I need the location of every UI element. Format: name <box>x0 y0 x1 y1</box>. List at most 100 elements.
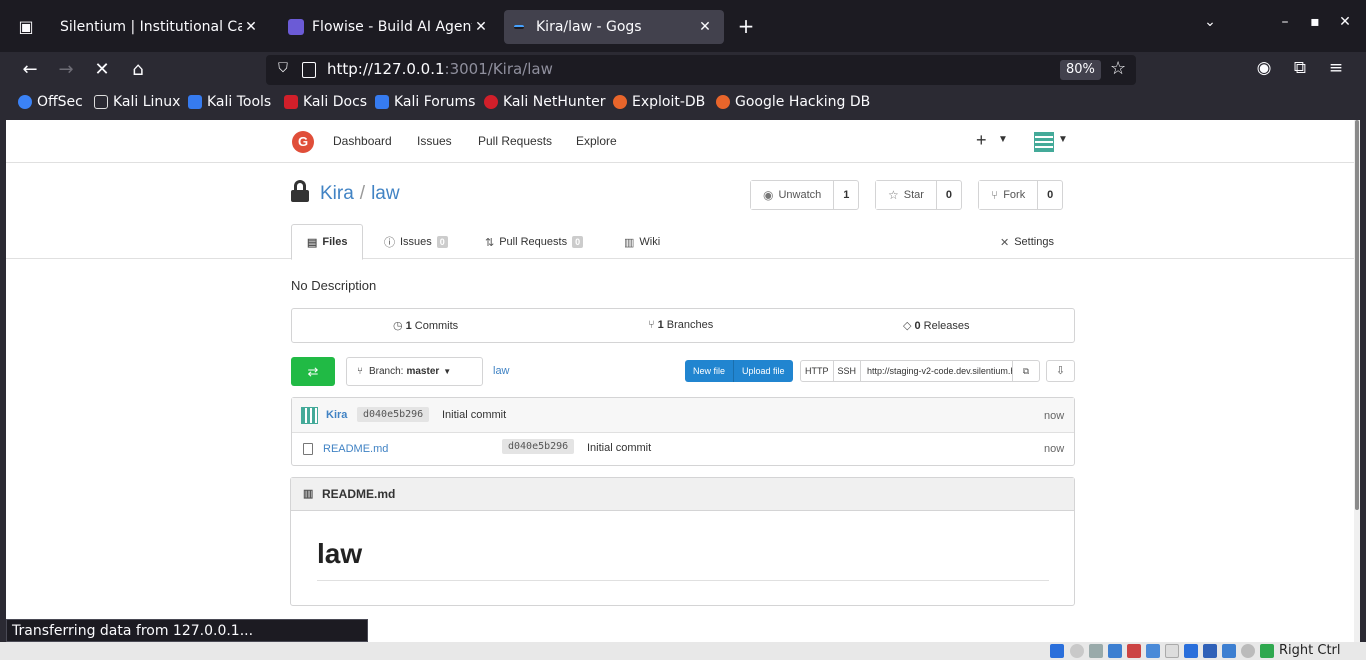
releases-link[interactable]: ◇ 0 Releases <box>903 319 970 332</box>
zoom-level[interactable]: 80% <box>1060 60 1101 80</box>
star-icon: ☆ <box>888 188 899 202</box>
branch-dropdown[interactable]: ⑂ Branch: master ▼ <box>346 357 483 386</box>
menu-icon[interactable]: ≡ <box>1324 58 1348 78</box>
tab-list-icon[interactable]: ▣ <box>8 12 44 40</box>
network-icon[interactable] <box>1108 644 1122 658</box>
tab-pull-requests[interactable]: ⇅ Pull Requests 0 <box>470 224 598 260</box>
chevron-down-icon[interactable]: ▼ <box>998 134 1008 145</box>
clone-url-input[interactable]: http://staging-v2-code.dev.silentium.htb… <box>861 361 1014 381</box>
window-close-icon[interactable]: ✕ <box>1334 14 1356 30</box>
extensions-icon[interactable]: ⧉ <box>1288 58 1312 78</box>
tab-wiki[interactable]: ▥ Wiki <box>609 224 675 260</box>
tab-flowise[interactable]: Flowise - Build AI Agents, ✕ <box>278 10 500 44</box>
bookmark-exploit-db[interactable]: Exploit-DB <box>613 94 705 110</box>
bookmark-kali-docs[interactable]: Kali Docs <box>284 94 367 110</box>
tab-title: Silentium | Institutional Capit <box>60 19 242 35</box>
bookmark-label: Kali Tools <box>207 94 272 110</box>
star-button[interactable]: ☆ Star <box>876 181 937 209</box>
download-icon[interactable]: ⇩ <box>1046 360 1075 382</box>
commit-author[interactable]: Kira <box>326 409 347 421</box>
commit-sha[interactable]: d040e5b296 <box>357 407 430 422</box>
readme-divider <box>317 580 1049 581</box>
bookmark-offsec[interactable]: OffSec <box>18 94 83 110</box>
history-icon: ◷ <box>393 320 403 332</box>
unwatch-button[interactable]: ◉ Unwatch <box>751 181 835 209</box>
file-commit-message[interactable]: Initial commit <box>587 442 651 454</box>
close-icon[interactable]: ✕ <box>472 19 490 35</box>
ssh-clone-button[interactable]: SSH <box>834 361 862 381</box>
repo-stats-bar: ◷ 1 Commits ⑂ 1 Branches ◇ 0 Releases <box>291 308 1075 343</box>
tab-gogs[interactable]: Kira/law - Gogs ✕ <box>504 10 724 44</box>
kali-docs-icon <box>284 95 298 109</box>
close-icon[interactable]: ✕ <box>696 19 714 35</box>
optical-drive-icon[interactable] <box>1050 644 1064 658</box>
nav-issues[interactable]: Issues <box>417 134 452 148</box>
fork-count[interactable]: 0 <box>1038 181 1062 209</box>
file-name-link[interactable]: README.md <box>323 443 388 455</box>
nav-explore[interactable]: Explore <box>576 134 617 148</box>
star-count[interactable]: 0 <box>937 181 961 209</box>
audio-icon[interactable] <box>1070 644 1084 658</box>
compare-branch-button[interactable]: ⇄ <box>291 357 335 386</box>
keyboard-capture-icon[interactable] <box>1260 644 1274 658</box>
create-new-icon[interactable]: + <box>976 130 987 151</box>
tab-silentium[interactable]: Silentium | Institutional Capit ✕ <box>50 10 270 44</box>
repo-owner-link[interactable]: Kira <box>320 183 354 204</box>
virtualization-icon[interactable] <box>1222 644 1236 658</box>
bookmark-kali-nethunter[interactable]: Kali NetHunter <box>484 94 605 110</box>
page-scrollbar[interactable] <box>1354 120 1360 642</box>
back-icon[interactable]: ← <box>16 57 44 83</box>
bookmark-google-hacking-db[interactable]: Google Hacking DB <box>716 94 870 110</box>
repo-description: No Description <box>291 278 377 293</box>
new-file-button[interactable]: New file <box>685 360 733 382</box>
issues-count-badge: 0 <box>436 236 448 248</box>
minimize-icon[interactable]: – <box>1274 14 1296 30</box>
cpu-icon[interactable] <box>1203 644 1217 658</box>
home-icon[interactable]: ⌂ <box>124 57 152 83</box>
tab-files[interactable]: ▤ Files <box>291 224 364 260</box>
bookmark-kali-forums[interactable]: Kali Forums <box>375 94 475 110</box>
account-icon[interactable]: ◉ <box>1252 58 1276 78</box>
nav-dashboard[interactable]: Dashboard <box>333 134 392 148</box>
watch-count[interactable]: 1 <box>834 181 858 209</box>
chevron-down-icon[interactable]: ⌄ <box>1199 14 1221 30</box>
shared-folders-icon[interactable] <box>1146 644 1160 658</box>
close-icon[interactable]: ✕ <box>242 19 260 35</box>
maximize-icon[interactable]: ▪ <box>1304 14 1326 30</box>
forward-icon[interactable]: → <box>52 57 80 83</box>
shield-icon[interactable]: ⛉ <box>274 61 292 79</box>
repo-name-link[interactable]: law <box>371 183 400 204</box>
fork-button[interactable]: ⑂ Fork <box>979 181 1039 209</box>
recording-icon[interactable] <box>1184 644 1198 658</box>
usb-icon[interactable] <box>1127 644 1141 658</box>
stop-loading-icon[interactable]: ✕ <box>88 57 116 83</box>
floppy-icon[interactable] <box>1089 644 1103 658</box>
file-actions: New file Upload file <box>685 360 793 382</box>
bookmark-kali-linux[interactable]: Kali Linux <box>94 94 180 110</box>
tab-settings[interactable]: ✕ Settings <box>985 224 1069 260</box>
tab-issues[interactable]: ⓘ Issues 0 <box>369 224 463 260</box>
commits-link[interactable]: ◷ 1 Commits <box>393 319 458 332</box>
user-avatar[interactable] <box>1034 132 1054 152</box>
display-icon[interactable] <box>1165 644 1179 658</box>
author-avatar[interactable] <box>301 407 318 424</box>
file-commit-sha[interactable]: d040e5b296 <box>502 439 575 454</box>
status-panel: Transferring data from 127.0.0.1... <box>6 619 368 642</box>
branches-link[interactable]: ⑂ 1 Branches <box>648 319 713 331</box>
readme-header: ▥ README.md <box>291 478 1074 511</box>
upload-file-button[interactable]: Upload file <box>733 360 793 382</box>
gogs-logo-icon[interactable]: G <box>292 131 314 153</box>
url-bar[interactable]: ⛉ http://127.0.0.1:3001/Kira/law 80% ☆ <box>266 55 1136 85</box>
page-info-icon[interactable] <box>302 62 316 78</box>
nav-pull-requests[interactable]: Pull Requests <box>478 134 552 148</box>
http-clone-button[interactable]: HTTP <box>801 361 834 381</box>
mouse-integration-icon[interactable] <box>1241 644 1255 658</box>
bookmark-kali-tools[interactable]: Kali Tools <box>188 94 271 110</box>
chevron-down-icon[interactable]: ▼ <box>1058 134 1068 145</box>
url-text[interactable]: http://127.0.0.1:3001/Kira/law <box>327 60 553 78</box>
new-tab-button[interactable]: + <box>733 14 759 40</box>
scrollbar-thumb[interactable] <box>1355 120 1359 510</box>
path-breadcrumb[interactable]: law <box>493 365 510 377</box>
copy-icon[interactable]: ⧉ <box>1013 361 1039 381</box>
bookmark-star-icon[interactable]: ☆ <box>1110 58 1126 79</box>
